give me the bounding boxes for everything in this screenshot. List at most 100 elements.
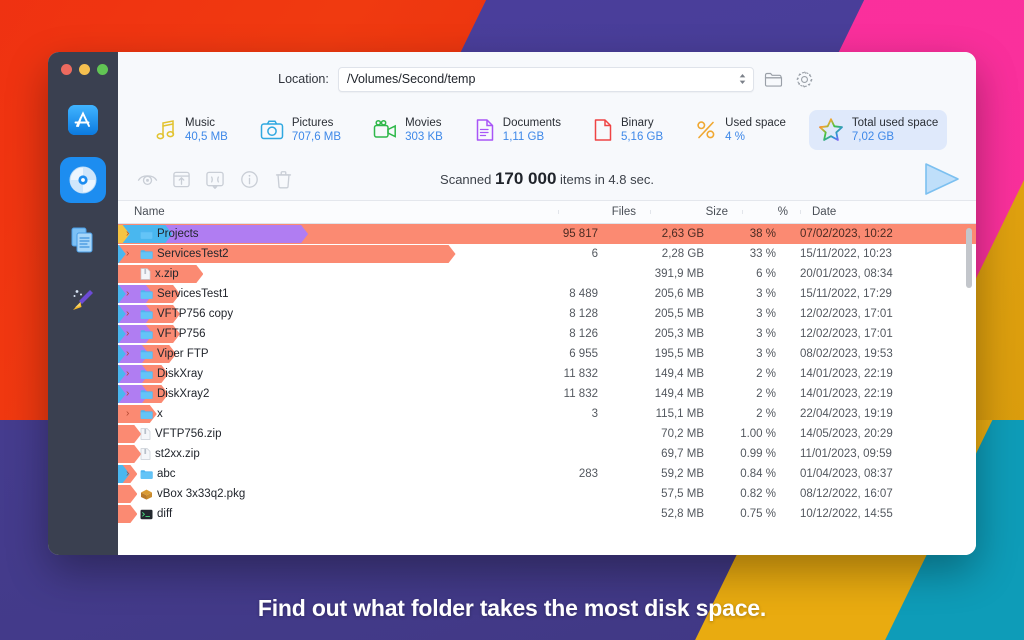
row-size: 115,1 MB (655, 408, 704, 420)
minimize-button[interactable] (79, 64, 90, 75)
column-header-files[interactable]: Files (558, 206, 650, 218)
row-size: 195,5 MB (654, 348, 704, 360)
table-row[interactable]: › VFTP756 8 126 205,3 MB 3 % 12/02/2023, 17:0… (118, 324, 976, 344)
sidebar-item-cleaner[interactable] (60, 277, 106, 323)
row-percent: 2 % (756, 408, 776, 420)
table-row[interactable]: ›vBox 3x33q2.pkg 57,5 MB 0.82 % 08/12/2022,… (118, 484, 976, 504)
row-name-cell: › VFTP756 copy (118, 304, 506, 324)
disclosure-triangle-icon[interactable]: › (126, 389, 136, 399)
category-total-used-space[interactable]: Total used space 7,02 GB (808, 109, 948, 151)
table-row[interactable]: ›VFTP756.zip 70,2 MB 1.00 % 14/05/2023, 20:… (118, 424, 976, 444)
disclosure-triangle-icon[interactable]: › (126, 369, 136, 379)
disclosure-triangle-icon[interactable]: › (126, 309, 136, 319)
sidebar-item-app-store[interactable] (60, 97, 106, 143)
file-list[interactable]: › Projects 95 817 2,63 GB 38 % 07/02/2023, 10… (118, 224, 976, 555)
zoom-button[interactable] (97, 64, 108, 75)
table-row[interactable]: › DiskXray2 11 832 149,4 MB 2 % 14/01/2023, 2… (118, 384, 976, 404)
file-name: VFTP756 copy (157, 308, 234, 320)
sidebar-item-disk-scanner[interactable] (60, 157, 106, 203)
gear-icon[interactable] (794, 68, 816, 90)
file-name: DiskXray2 (157, 388, 210, 400)
file-name: DiskXray (157, 368, 204, 380)
row-files: 3 (591, 408, 598, 420)
category-documents[interactable]: Documents 1,11 GB (466, 110, 570, 151)
row-name-cell: › abc (118, 464, 506, 484)
disclosure-triangle-icon[interactable]: › (126, 289, 136, 299)
table-row[interactable]: ›st2xx.zip 69,7 MB 0.99 % 11/01/2023, 09:59 (118, 444, 976, 464)
eye-icon[interactable] (136, 168, 158, 190)
table-row[interactable]: ›x.zip 391,9 MB 6 % 20/01/2023, 08:34 (118, 264, 976, 284)
scan-start-button[interactable] (920, 161, 962, 197)
table-row[interactable]: › ServicesTest2 6 2,28 GB 33 % 15/11/2022, 10… (118, 244, 976, 264)
row-files: 283 (578, 468, 598, 480)
category-bar: Music 40,5 MB Pictures 707,6 MB Movies 3… (118, 102, 976, 158)
table-row[interactable]: › Viper FTP 6 955 195,5 MB 3 % 08/02/2023, 19… (118, 344, 976, 364)
row-date: 07/02/2023, 10:22 (800, 228, 893, 240)
column-header-size[interactable]: Size (650, 206, 742, 218)
category-binary[interactable]: Binary 5,16 GB (584, 110, 672, 151)
row-files: 11 832 (563, 388, 598, 400)
disclosure-triangle-icon[interactable]: › (126, 349, 136, 359)
column-header-name[interactable]: Name (118, 206, 558, 218)
category-movies[interactable]: Movies 303 KB (364, 110, 452, 151)
folder-icon[interactable] (763, 68, 785, 90)
category-pictures[interactable]: Pictures 707,6 MB (251, 110, 350, 151)
file-name: VFTP756 (157, 328, 206, 340)
file-type-icon (140, 369, 153, 380)
row-name-cell: › ServicesTest1 (118, 284, 506, 304)
reveal-in-finder-icon[interactable] (204, 168, 226, 190)
location-field[interactable]: /Volumes/Second/temp (337, 66, 754, 92)
category-used-space[interactable]: Used space 4 % (686, 110, 795, 151)
table-row[interactable]: › ServicesTest1 8 489 205,6 MB 3 % 15/11/2022… (118, 284, 976, 304)
sidebar (48, 52, 118, 555)
file-name: VFTP756.zip (155, 428, 222, 440)
category-value: 4 % (725, 131, 745, 143)
music-note-icon (155, 118, 177, 142)
location-value: /Volumes/Second/temp (346, 72, 476, 86)
row-size: 205,5 MB (654, 308, 704, 320)
folder-icon (140, 309, 153, 319)
info-icon[interactable] (238, 168, 260, 190)
trash-icon[interactable] (272, 168, 294, 190)
table-row[interactable]: ›diff 52,8 MB 0.75 % 10/12/2022, 14:55 (118, 504, 976, 524)
share-icon[interactable] (170, 168, 192, 190)
disclosure-triangle-icon[interactable]: › (126, 249, 136, 259)
row-size: 391,9 MB (654, 268, 704, 280)
file-type-icon (140, 229, 153, 240)
table-row[interactable]: › x 3 115,1 MB 2 % 22/04/2023, 19:19 (118, 404, 976, 424)
close-button[interactable] (61, 64, 72, 75)
usage-bar (118, 505, 506, 523)
file-type-icon (140, 249, 153, 260)
category-value: 40,5 MB (185, 131, 228, 143)
usage-bar (118, 465, 506, 483)
table-row[interactable]: › DiskXray 11 832 149,4 MB 2 % 14/01/2023, 22… (118, 364, 976, 384)
row-date: 12/02/2023, 17:01 (800, 308, 893, 320)
action-toolbar: Scanned 170 000 items in 4.8 sec. (118, 158, 976, 200)
column-header-percent[interactable]: % (742, 206, 800, 218)
table-row[interactable]: › VFTP756 copy 8 128 205,5 MB 3 % 12/02/2023,… (118, 304, 976, 324)
app-window: Location: /Volumes/Second/temp Music 40,… (48, 52, 976, 555)
row-date: 01/04/2023, 08:37 (800, 468, 893, 480)
table-row[interactable]: › Projects 95 817 2,63 GB 38 % 07/02/2023, 10… (118, 224, 976, 244)
row-files: 8 128 (569, 308, 598, 320)
sidebar-item-documents[interactable] (60, 217, 106, 263)
row-size: 149,4 MB (654, 388, 704, 400)
table-row[interactable]: › abc 283 59,2 MB 0.84 % 01/04/2023, 08:37 (118, 464, 976, 484)
percent-icon (695, 118, 717, 142)
file-type-icon (140, 428, 151, 440)
vertical-scrollbar[interactable] (966, 228, 972, 288)
row-percent: 33 % (749, 248, 776, 260)
disclosure-triangle-icon[interactable]: › (126, 409, 136, 419)
file-type-icon (140, 469, 153, 480)
scan-suffix: items in 4.8 sec. (556, 172, 654, 187)
disclosure-triangle-icon[interactable]: › (126, 229, 136, 239)
row-size: 69,7 MB (661, 448, 704, 460)
category-value: 1,11 GB (502, 131, 545, 143)
disclosure-triangle-icon[interactable]: › (126, 329, 136, 339)
row-name-cell: ›vBox 3x33q2.pkg (118, 484, 506, 504)
location-stepper[interactable] (738, 72, 747, 86)
column-header-date[interactable]: Date (800, 206, 950, 218)
category-music[interactable]: Music 40,5 MB (146, 110, 237, 151)
disclosure-triangle-icon[interactable]: › (126, 469, 136, 479)
row-files: 6 (591, 248, 598, 260)
